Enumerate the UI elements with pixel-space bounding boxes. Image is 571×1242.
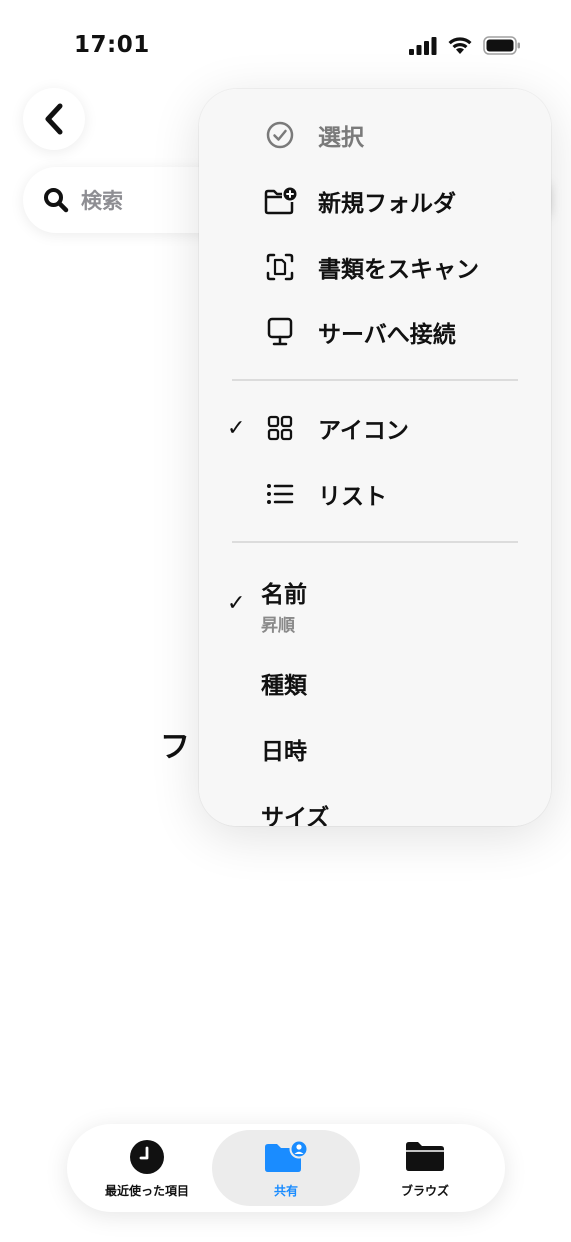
battery-icon — [483, 36, 520, 55]
menu-divider — [232, 379, 518, 381]
shared-folder-icon — [265, 1140, 308, 1172]
menu-item-label: 書類をスキャン — [318, 257, 479, 283]
status-time: 17:01 — [74, 32, 150, 58]
menu-item-sort-date[interactable]: 日時 — [199, 719, 551, 779]
chevron-left-icon — [45, 103, 63, 135]
folder-add-icon — [263, 184, 297, 218]
menu-item-sort-size[interactable]: サイズ — [199, 785, 551, 826]
menu-item-new-folder[interactable]: 新規フォルダ — [199, 171, 551, 231]
menu-item-view-list[interactable]: リスト — [199, 464, 551, 524]
menu-item-connect-server[interactable]: サーバへ接続 — [199, 302, 551, 362]
checkmark-icon: ✓ — [227, 415, 246, 441]
list-icon — [263, 477, 297, 511]
back-button[interactable] — [23, 88, 85, 150]
doc-scan-icon — [263, 250, 297, 284]
menu-item-label: サーバへ接続 — [318, 322, 456, 348]
sort-label: 日時 — [261, 739, 307, 765]
menu-item-view-icons[interactable]: ✓ アイコン — [199, 398, 551, 458]
tab-label: 共有 — [273, 1184, 298, 1198]
menu-item-label: 新規フォルダ — [318, 191, 456, 217]
wifi-icon — [448, 37, 472, 54]
status-bar: 17:01 — [0, 0, 571, 92]
sort-label: 種類 — [261, 673, 307, 699]
menu-item-label: アイコン — [318, 418, 409, 444]
server-display-icon — [263, 315, 297, 349]
tab-label: 最近使った項目 — [104, 1184, 189, 1198]
menu-item-select[interactable]: 選択 — [199, 105, 551, 165]
menu-item-label: リスト — [318, 484, 387, 510]
menu-item-label: 選択 — [318, 125, 364, 151]
clock-icon — [130, 1140, 164, 1174]
menu-item-sort-name[interactable]: ✓ 名前 昇順 — [199, 569, 551, 649]
menu-item-scan-documents[interactable]: 書類をスキャン — [199, 237, 551, 297]
folder-icon — [406, 1142, 444, 1171]
cellular-signal-icon — [409, 36, 437, 55]
menu-item-sort-kind[interactable]: 種類 — [199, 653, 551, 713]
sort-label: 名前 — [261, 582, 307, 608]
grid-icon — [263, 411, 297, 445]
tab-bar: 最近使った項目 共有 ブラウズ — [67, 1124, 505, 1212]
options-menu: 選択 新規フォルダ 書類をスキャン サーバへ接続 ✓ アイコン リスト ✓ 名前… — [199, 89, 551, 826]
checkmark-circle-icon — [263, 118, 297, 152]
menu-divider — [232, 541, 518, 543]
search-placeholder: 検索 — [81, 189, 123, 213]
tab-browse[interactable]: ブラウズ — [351, 1130, 499, 1206]
tab-label: ブラウズ — [400, 1184, 449, 1198]
sort-label: サイズ — [261, 805, 330, 826]
search-icon — [44, 188, 69, 213]
tab-recents[interactable]: 最近使った項目 — [73, 1130, 221, 1206]
tab-shared[interactable]: 共有 — [212, 1130, 360, 1206]
status-icons — [409, 36, 521, 55]
empty-state-text: フ — [160, 730, 190, 765]
sort-order-label: 昇順 — [261, 616, 295, 636]
checkmark-icon: ✓ — [227, 591, 246, 616]
